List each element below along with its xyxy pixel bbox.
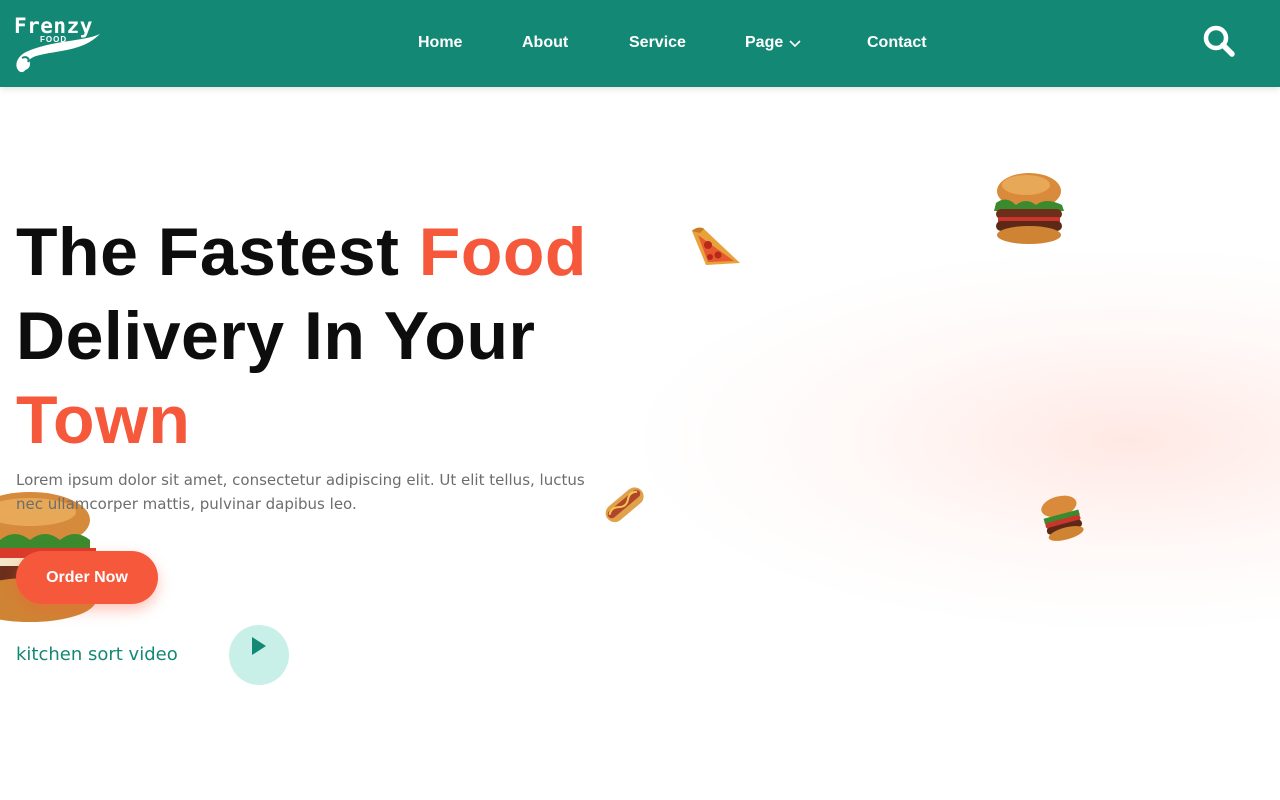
search-icon bbox=[1203, 25, 1235, 57]
burger-image bbox=[994, 173, 1064, 244]
nav-page-label: Page bbox=[745, 34, 784, 51]
play-icon bbox=[252, 637, 266, 655]
hero-title-part2: Delivery In Your bbox=[16, 298, 536, 374]
search-button[interactable] bbox=[1202, 24, 1236, 58]
navbar: Frenzy FOOD Home About Service Page Cont… bbox=[0, 0, 1280, 87]
nav-about[interactable]: About bbox=[522, 34, 568, 52]
hero-title-accent-town: Town bbox=[16, 382, 191, 458]
hero-title-accent-food: Food bbox=[418, 214, 587, 290]
hero-title-part1: The Fastest bbox=[16, 214, 419, 290]
hero-background-glow bbox=[640, 250, 1280, 630]
play-video-button[interactable] bbox=[229, 625, 289, 685]
hero-description: Lorem ipsum dolor sit amet, consectetur … bbox=[16, 471, 585, 513]
nav-page-dropdown[interactable]: Page bbox=[745, 34, 801, 52]
pizza-slice-image bbox=[692, 227, 740, 265]
small-burger-image bbox=[1041, 495, 1084, 541]
hero-title: The Fastest Food Delivery In Your Town bbox=[16, 210, 656, 462]
main-nav: Home About Service Page Contact bbox=[0, 0, 1280, 87]
chevron-down-icon bbox=[789, 40, 801, 48]
nav-service[interactable]: Service bbox=[629, 34, 686, 52]
nav-home[interactable]: Home bbox=[418, 34, 462, 52]
order-now-button[interactable]: Order Now bbox=[16, 551, 158, 604]
nav-contact[interactable]: Contact bbox=[867, 34, 927, 52]
kitchen-video-link[interactable]: kitchen sort video bbox=[16, 644, 178, 665]
